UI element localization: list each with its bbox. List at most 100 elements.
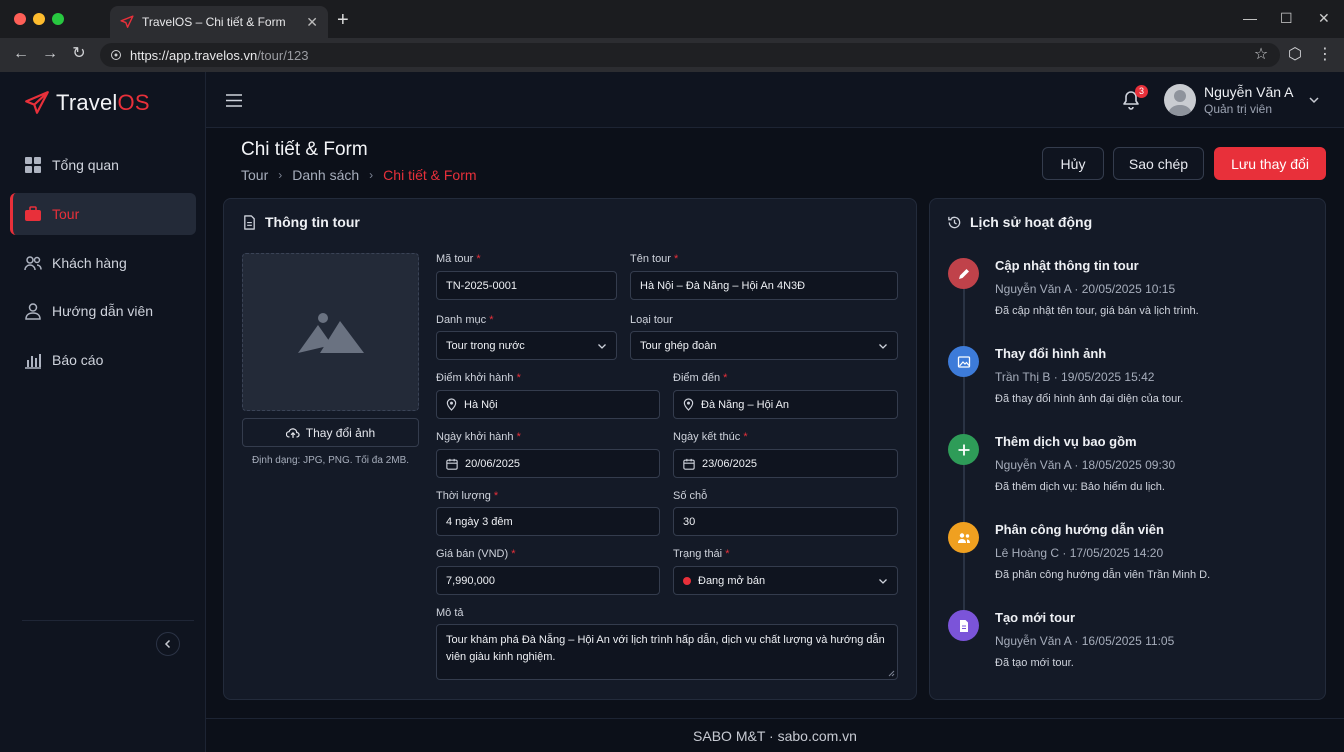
cloud-upload-icon [285,427,300,439]
location-pin-icon [446,398,457,411]
end-date-label: Ngày kết thúc * [673,431,748,443]
timeline-item-title: Tạo mới tour [995,610,1076,625]
restore-icon[interactable]: ☐ [1280,10,1293,27]
resize-handle-icon[interactable] [888,670,895,677]
tour-image-placeholder[interactable] [242,253,419,411]
timeline-item-title: Thêm dịch vụ bao gồm [995,434,1137,449]
sidebar-item-label: Hướng dẫn viên [52,303,154,319]
close-tab-icon[interactable]: ✕ [306,14,318,31]
sidebar-item-label: Tổng quan [52,157,119,173]
briefcase-icon [24,205,42,223]
sidebar: TravelOS Tổng quan Tour Khách hàng Hướng… [0,72,206,752]
site-info-icon[interactable] [110,49,122,61]
history-icon [947,215,962,230]
tab-title: TravelOS – Chi tiết & Form [142,15,286,29]
page-title: Chi tiết & Form [241,139,368,160]
minimize-icon[interactable]: — [1243,10,1257,26]
status-dot [683,576,691,585]
end-date-input[interactable]: 23/06/2025 [673,449,898,478]
destination-label: Điểm đến * [673,372,728,384]
sidebar-item-bao-cao[interactable]: Báo cáo [10,339,196,381]
chevron-down-icon [597,341,607,351]
image-placeholder-icon [297,311,364,353]
copy-button[interactable]: Sao chép [1113,147,1204,180]
breadcrumb-tour[interactable]: Tour [241,167,268,183]
timeline-item-desc: Đã tạo mới tour. [995,657,1074,669]
avatar[interactable] [1164,84,1196,116]
activity-history-card [929,198,1326,700]
timeline-item-meta: Trần Thị B · 19/05/2025 15:42 [995,370,1155,384]
card-title: Thông tin tour [265,214,360,230]
duration-input[interactable]: 4 ngày 3 đêm [436,507,660,536]
image-hint: Định dạng: JPG, PNG. Tối đa 2MB. [251,455,410,466]
plus-icon [948,434,979,465]
reload-icon[interactable]: ↻ [70,45,88,63]
change-image-label: Thay đổi ảnh [305,425,376,440]
cancel-button[interactable]: Hủy [1042,147,1104,180]
url-path: /tour/123 [257,47,309,63]
breadcrumb-separator-icon: › [278,168,283,182]
bookmark-star-icon[interactable]: ☆ [1252,46,1270,64]
tour-type-select[interactable]: Tour ghép đoàn [630,331,898,360]
category-select[interactable]: Tour trong nước [436,331,617,360]
tour-name-input[interactable]: Hà Nội – Đà Nẵng – Hội An 4N3Đ [630,271,898,300]
seats-label: Số chỗ [673,490,708,502]
browser-tab[interactable]: TravelOS – Chi tiết & Form ✕ [110,6,328,38]
sidebar-item-tour[interactable]: Tour [10,193,196,235]
minimize-window-button[interactable] [33,13,45,25]
chevron-down-icon[interactable] [1308,94,1320,106]
code-label: Mã tour * [436,253,481,265]
pencil-icon [948,258,979,289]
timeline-item-desc: Đã thay đổi hình ảnh đại diện của tour. [995,393,1184,405]
paper-plane-icon [24,90,50,116]
breadcrumb-separator-icon: › [369,168,374,182]
sidebar-item-huong-dan-vien[interactable]: Hướng dẫn viên [10,290,196,332]
user-icon [24,302,42,320]
breadcrumb-current: Chi tiết & Form [383,167,477,183]
destination-input[interactable]: Đà Nẵng – Hội An [673,390,898,419]
price-input[interactable]: 7,990,000 [436,566,660,595]
travelos-favicon-icon [120,15,134,29]
save-button[interactable]: Lưu thay đổi [1214,147,1326,180]
dashboard-icon [24,156,42,174]
users-icon [24,254,42,272]
start-date-input[interactable]: 20/06/2025 [436,449,660,478]
departure-input[interactable]: Hà Nội [436,390,660,419]
brand-name-b: OS [117,90,150,115]
close-window-button[interactable] [14,13,26,25]
sidebar-divider [22,620,194,621]
user-name[interactable]: Nguyễn Văn A [1204,84,1294,100]
url-field[interactable]: https://app.travelos.vn/tour/123 [100,43,1280,67]
back-icon[interactable]: ← [12,45,30,63]
timeline-item-desc: Đã phân công hướng dẫn viên Trần Minh D. [995,569,1211,581]
browser-chrome: TravelOS – Chi tiết & Form ✕ + — ☐ ✕ ← →… [0,0,1344,72]
sidebar-item-label: Báo cáo [52,352,104,368]
app-logo[interactable]: TravelOS [24,90,150,116]
image-icon [948,346,979,377]
description-textarea[interactable]: Tour khám phá Đà Nẵng – Hội An với lịch … [436,624,898,680]
seats-input[interactable]: 30 [673,507,898,536]
departure-label: Điểm khởi hành * [436,372,521,384]
timeline-item-title: Cập nhật thông tin tour [995,258,1139,273]
breadcrumb-danh-sach[interactable]: Danh sách [292,167,359,183]
breadcrumb: Tour › Danh sách › Chi tiết & Form [241,167,477,183]
change-image-button[interactable]: Thay đổi ảnh [242,418,419,447]
menu-kebab-icon[interactable]: ⋮ [1316,46,1334,64]
duration-label: Thời lượng * [436,490,499,502]
tour-code-input[interactable]: TN-2025-0001 [436,271,617,300]
close-icon[interactable]: ✕ [1318,10,1330,27]
notification-badge: 3 [1135,85,1148,98]
user-role: Quản trị viên [1204,102,1273,116]
new-tab-button[interactable]: + [337,10,349,30]
status-select[interactable]: Đang mở bán [673,566,898,595]
sidebar-item-tong-quan[interactable]: Tổng quan [10,144,196,186]
extensions-icon[interactable]: ⬡ [1286,46,1304,64]
footer: SABO M&T · sabo.com.vn [206,718,1344,752]
timeline-item-desc: Đã thêm dịch vụ: Bảo hiểm du lịch. [995,481,1165,493]
bar-chart-icon [24,351,42,369]
forward-icon[interactable]: → [41,45,59,63]
collapse-sidebar-button[interactable] [156,632,180,656]
sidebar-item-khach-hang[interactable]: Khách hàng [10,242,196,284]
maximize-window-button[interactable] [52,13,64,25]
hamburger-menu-icon[interactable] [226,94,242,107]
